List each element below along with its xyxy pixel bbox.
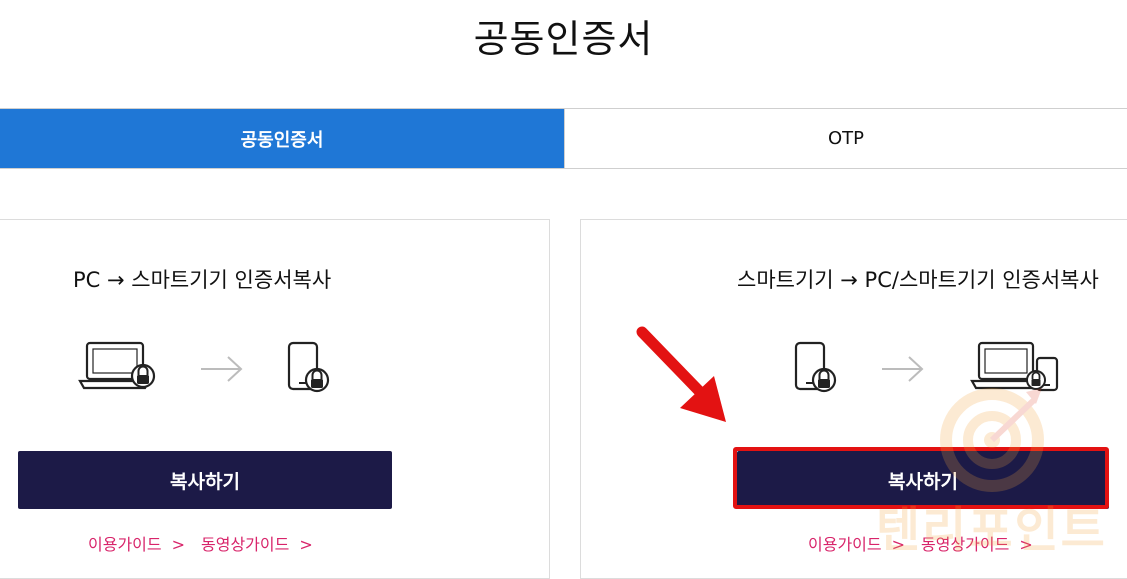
usage-guide-link[interactable]: 이용가이드 — [88, 535, 162, 554]
tab-otp[interactable]: OTP — [564, 109, 1127, 168]
watermark-target-icon — [940, 388, 1044, 492]
chevron-right-icon: > — [299, 535, 313, 554]
chevron-right-icon: > — [171, 535, 186, 554]
arrow-right-icon — [882, 356, 924, 382]
video-guide-link[interactable]: 동영상가이드 — [201, 535, 289, 554]
tab-bar: 공동인증서 OTP — [0, 108, 1127, 169]
page-title: 공동인증서 — [473, 17, 654, 61]
card-pc-to-smart: PC → 스마트기기 인증서복사 복사하기 이용가이드 > 동영상가이드 > — [0, 219, 550, 579]
laptop-lock-icon — [78, 341, 156, 390]
usage-guide-link[interactable]: 이용가이드 — [808, 535, 882, 554]
card-heading: PC → 스마트기기 인증서복사 — [73, 268, 332, 292]
guide-links: 이용가이드 > 동영상가이드 > — [88, 531, 329, 555]
copy-direction-icons — [78, 341, 330, 393]
card-heading: 스마트기기 → PC/스마트기기 인증서복사 — [737, 268, 1099, 292]
phone-lock-icon — [287, 341, 330, 393]
copy-button-pc-to-smart[interactable]: 복사하기 — [18, 451, 392, 509]
arrow-right-icon — [201, 356, 243, 382]
red-arrow-icon — [636, 326, 726, 422]
phone-lock-icon — [794, 341, 837, 393]
watermark-text: 텐리포인트 — [876, 502, 1107, 558]
tab-certificate[interactable]: 공동인증서 — [0, 109, 564, 168]
